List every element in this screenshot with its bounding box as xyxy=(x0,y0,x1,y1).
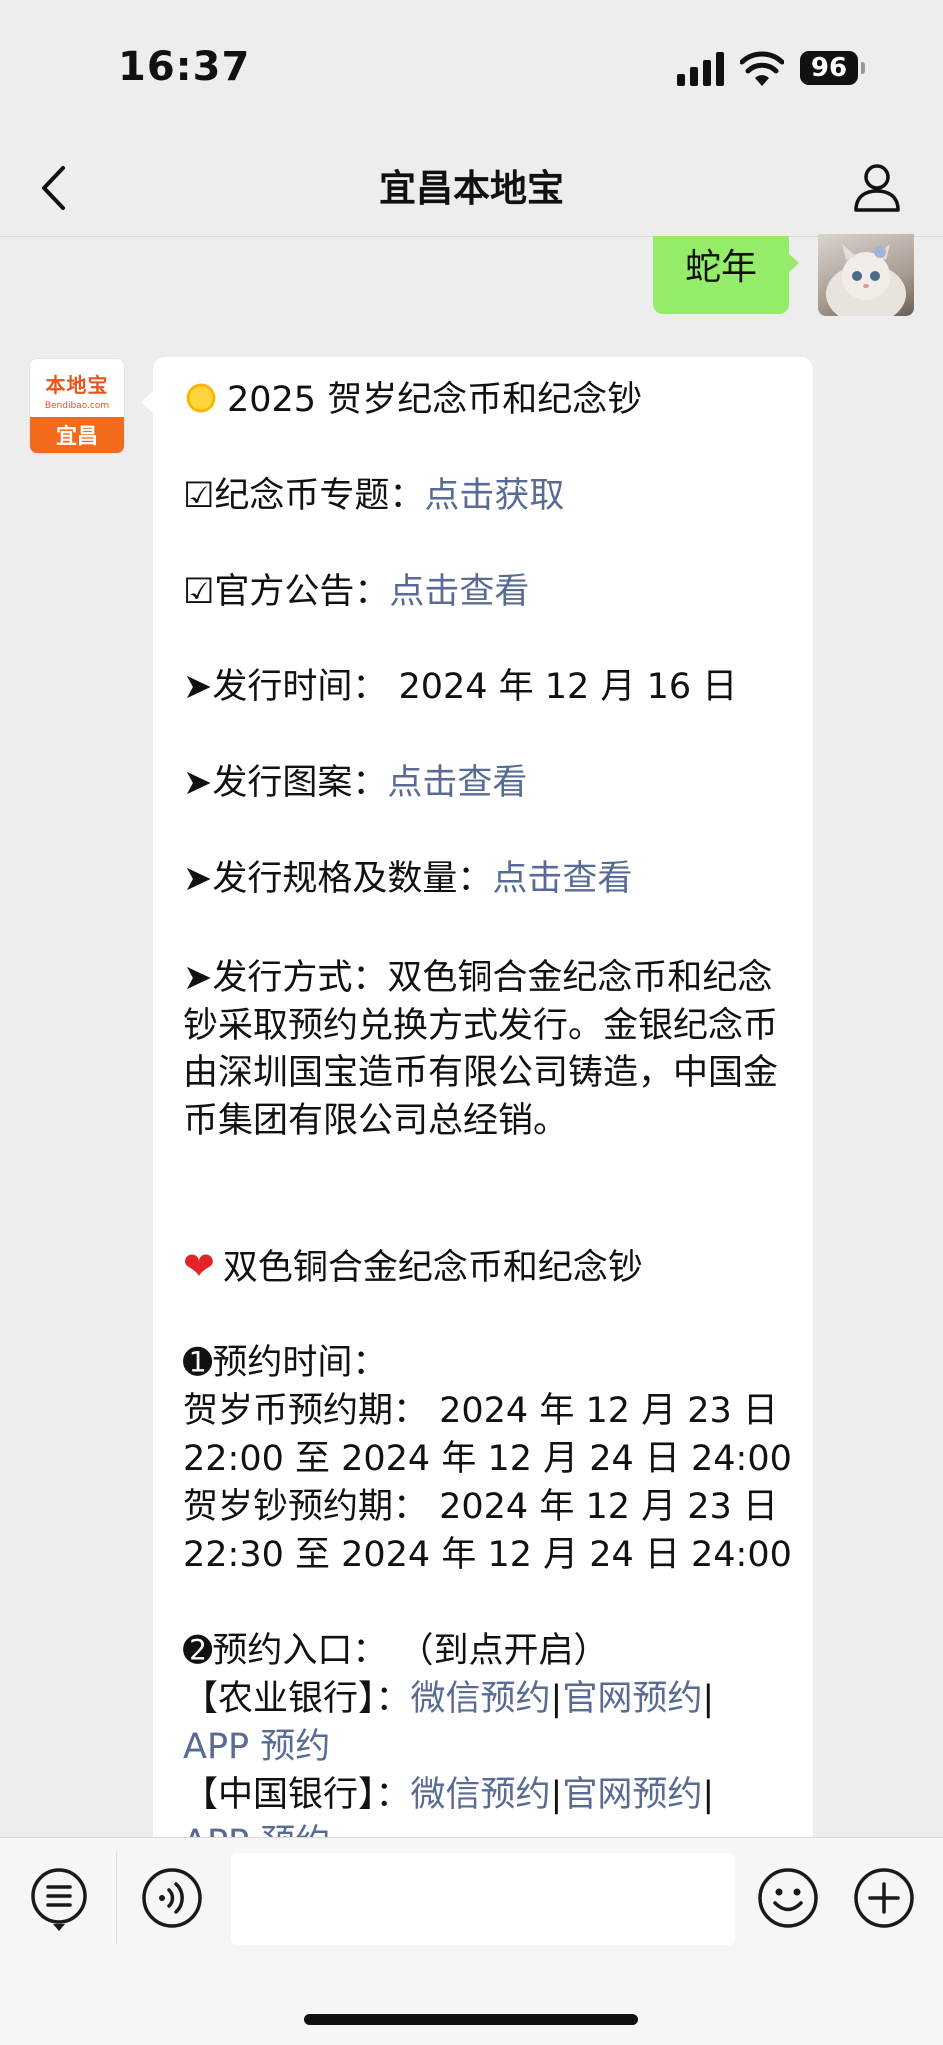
coin-period-line: 22:00 至 2024 年 12 月 24 日 24:00 xyxy=(183,1439,792,1479)
battery-indicator: 96 xyxy=(800,51,858,85)
wifi-icon xyxy=(740,51,784,86)
note-period-line: 贺岁钞预约期： 2024 年 12 月 23 日 xyxy=(183,1487,778,1527)
bubble-tail xyxy=(787,252,799,274)
emoji-icon[interactable] xyxy=(756,1866,820,1930)
logo-brand: 本地宝 xyxy=(45,373,109,397)
article-heading: 2025 贺岁纪念币和纪念钞 xyxy=(183,376,642,424)
home-indicator[interactable] xyxy=(304,2014,638,2025)
wechat-reserve-link[interactable]: 微信预约 xyxy=(411,1775,551,1815)
section-title: ❤ 双色铜合金纪念币和纪念钞 xyxy=(183,1244,643,1288)
app-reserve-link[interactable]: APP 预约 xyxy=(183,1823,330,1837)
web-reserve-link[interactable]: 官网预约 xyxy=(562,1679,702,1719)
plus-icon[interactable] xyxy=(852,1866,916,1930)
spec-link[interactable]: 点击查看 xyxy=(492,859,632,899)
page-title: 宜昌本地宝 xyxy=(379,167,564,210)
cat-photo xyxy=(826,244,906,316)
official-account-avatar[interactable]: 本地宝 Bendibao.com 宜昌 xyxy=(29,358,125,454)
bubble-tail xyxy=(141,391,153,413)
wechat-reserve-link[interactable]: 微信预约 xyxy=(411,1679,551,1719)
heart-icon: ❤ xyxy=(183,1244,215,1288)
nav-bar: 宜昌本地宝 xyxy=(0,140,943,237)
battery-cap xyxy=(861,62,865,74)
bank-row-cont: APP 预约 xyxy=(183,1723,330,1771)
divider xyxy=(116,1852,117,1944)
incoming-message-bubble[interactable]: 2025 贺岁纪念币和纪念钞 ☑纪念币专题：点击获取 ☑官方公告：点击查看 ➤发… xyxy=(153,357,813,1837)
status-time: 16:37 xyxy=(118,44,251,90)
outgoing-message-bubble[interactable]: 蛇年 xyxy=(653,236,789,314)
notice-row: ☑官方公告：点击查看 xyxy=(183,572,530,612)
person-icon[interactable] xyxy=(852,160,902,214)
app-reserve-link[interactable]: APP 预约 xyxy=(183,1727,330,1767)
topic-row: ☑纪念币专题：点击获取 xyxy=(183,476,565,516)
sun-icon xyxy=(183,380,219,416)
logo-site: Bendibao.com xyxy=(44,401,110,411)
list-icon[interactable] xyxy=(29,1866,89,1936)
bank-row: 【中国银行】：微信预约|官网预约| xyxy=(183,1775,715,1815)
topic-link[interactable]: 点击获取 xyxy=(424,476,564,516)
reservation-entry-label: ➋预约入口： （到点开启） xyxy=(183,1631,609,1671)
notice-link[interactable]: 点击查看 xyxy=(389,572,529,612)
outgoing-message-text: 蛇年 xyxy=(684,247,757,288)
message-input[interactable] xyxy=(231,1853,735,1945)
issue-date: ➤发行时间： 2024 年 12 月 16 日 xyxy=(183,667,738,707)
bank-row: 【农业银行】：微信预约|官网预约| xyxy=(183,1679,715,1719)
bank-row-cont: APP 预约 xyxy=(183,1819,330,1837)
voice-icon[interactable] xyxy=(140,1866,204,1930)
logo-city: 宜昌 xyxy=(30,417,124,453)
reservation-time-label: ➊预约时间： xyxy=(183,1343,388,1383)
status-bar: 16:37 96 xyxy=(0,0,943,140)
user-avatar[interactable] xyxy=(818,234,914,316)
signal-icon xyxy=(677,52,724,86)
note-period-line: 22:30 至 2024 年 12 月 24 日 24:00 xyxy=(183,1535,792,1575)
web-reserve-link[interactable]: 官网预约 xyxy=(562,1775,702,1815)
pattern-row: ➤发行图案：点击查看 xyxy=(183,763,528,803)
coin-period-line: 贺岁币预约期： 2024 年 12 月 23 日 xyxy=(183,1391,778,1431)
logo-top: 本地宝 Bendibao.com xyxy=(30,359,124,417)
issue-method: ➤发行方式：双色铜合金纪念币和纪念钞采取预约兑换方式发行。金银纪念币由深圳国宝造… xyxy=(183,958,779,1141)
spec-row: ➤发行规格及数量：点击查看 xyxy=(183,859,633,899)
pattern-link[interactable]: 点击查看 xyxy=(387,763,527,803)
